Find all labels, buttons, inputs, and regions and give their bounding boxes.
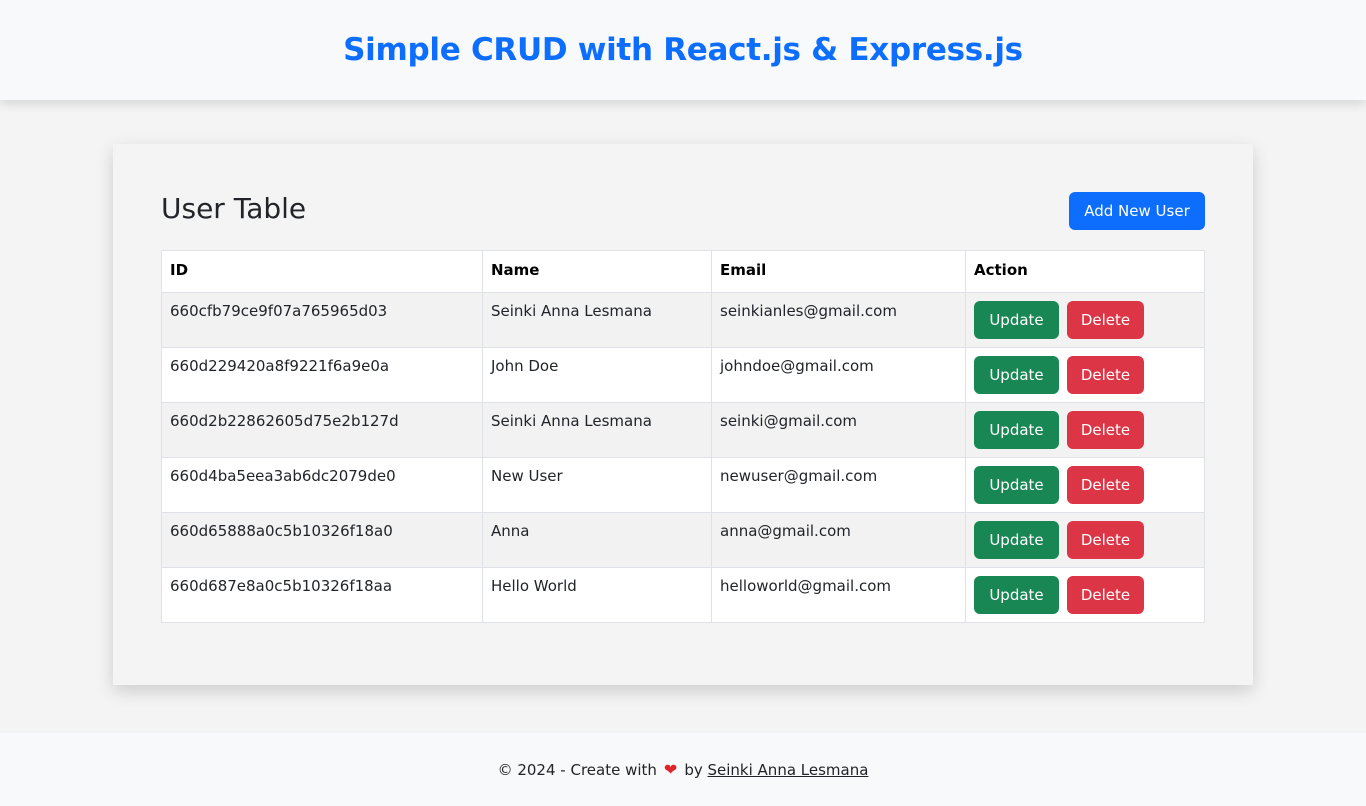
cell-actions: Update Delete — [965, 567, 1205, 623]
cell-email: anna@gmail.com — [711, 512, 966, 568]
cell-name: Seinki Anna Lesmana — [482, 292, 712, 348]
page-footer: © 2024 - Create with ❤ by Seinki Anna Le… — [0, 733, 1366, 806]
table-row: 660d4ba5eea3ab6dc2079de0 New User newuse… — [161, 457, 1205, 513]
delete-button[interactable]: Delete — [1067, 411, 1144, 449]
cell-id: 660d2b22862605d75e2b127d — [161, 402, 483, 458]
cell-name: Anna — [482, 512, 712, 568]
cell-actions: Update Delete — [965, 292, 1205, 348]
footer-copyright: © 2024 - Create with — [497, 760, 657, 779]
column-header-name: Name — [482, 250, 712, 293]
table-row: 660d2b22862605d75e2b127d Seinki Anna Les… — [161, 402, 1205, 458]
cell-name: New User — [482, 457, 712, 513]
page-title: Simple CRUD with React.js & Express.js — [343, 32, 1023, 68]
cell-actions: Update Delete — [965, 402, 1205, 458]
update-button[interactable]: Update — [974, 521, 1059, 559]
user-table: ID Name Email Action 660cfb79ce9f07a7659… — [161, 250, 1205, 623]
cell-actions: Update Delete — [965, 347, 1205, 403]
cell-name: John Doe — [482, 347, 712, 403]
cell-name: Seinki Anna Lesmana — [482, 402, 712, 458]
update-button[interactable]: Update — [974, 411, 1059, 449]
table-row: 660d687e8a0c5b10326f18aa Hello World hel… — [161, 567, 1205, 623]
column-header-email: Email — [711, 250, 966, 293]
cell-id: 660d4ba5eea3ab6dc2079de0 — [161, 457, 483, 513]
cell-id: 660d229420a8f9221f6a9e0a — [161, 347, 483, 403]
author-link[interactable]: Seinki Anna Lesmana — [708, 761, 869, 779]
cell-email: seinki@gmail.com — [711, 402, 966, 458]
cell-actions: Update Delete — [965, 512, 1205, 568]
table-row: 660cfb79ce9f07a765965d03 Seinki Anna Les… — [161, 292, 1205, 348]
card-title: User Table — [161, 192, 307, 225]
delete-button[interactable]: Delete — [1067, 301, 1144, 339]
cell-email: newuser@gmail.com — [711, 457, 966, 513]
cell-id: 660d65888a0c5b10326f18a0 — [161, 512, 483, 568]
cell-email: johndoe@gmail.com — [711, 347, 966, 403]
update-button[interactable]: Update — [974, 466, 1059, 504]
update-button[interactable]: Update — [974, 356, 1059, 394]
page-header: Simple CRUD with React.js & Express.js — [0, 0, 1366, 100]
cell-actions: Update Delete — [965, 457, 1205, 513]
cell-name: Hello World — [482, 567, 712, 623]
cell-id: 660d687e8a0c5b10326f18aa — [161, 567, 483, 623]
delete-button[interactable]: Delete — [1067, 576, 1144, 614]
update-button[interactable]: Update — [974, 576, 1059, 614]
heart-icon: ❤ — [663, 760, 678, 779]
table-header-row: ID Name Email Action — [161, 250, 1205, 293]
table-row: 660d229420a8f9221f6a9e0a John Doe johndo… — [161, 347, 1205, 403]
column-header-action: Action — [965, 250, 1205, 293]
add-new-user-button[interactable]: Add New User — [1069, 192, 1205, 230]
cell-email: seinkianles@gmail.com — [711, 292, 966, 348]
delete-button[interactable]: Delete — [1067, 466, 1144, 504]
delete-button[interactable]: Delete — [1067, 521, 1144, 559]
cell-email: helloworld@gmail.com — [711, 567, 966, 623]
delete-button[interactable]: Delete — [1067, 356, 1144, 394]
cell-id: 660cfb79ce9f07a765965d03 — [161, 292, 483, 348]
column-header-id: ID — [161, 250, 483, 293]
update-button[interactable]: Update — [974, 301, 1059, 339]
main-content: User Table Add New User ID Name Email Ac… — [0, 100, 1366, 733]
table-row: 660d65888a0c5b10326f18a0 Anna anna@gmail… — [161, 512, 1205, 568]
user-table-card: User Table Add New User ID Name Email Ac… — [113, 144, 1253, 685]
footer-by: by — [684, 760, 703, 779]
